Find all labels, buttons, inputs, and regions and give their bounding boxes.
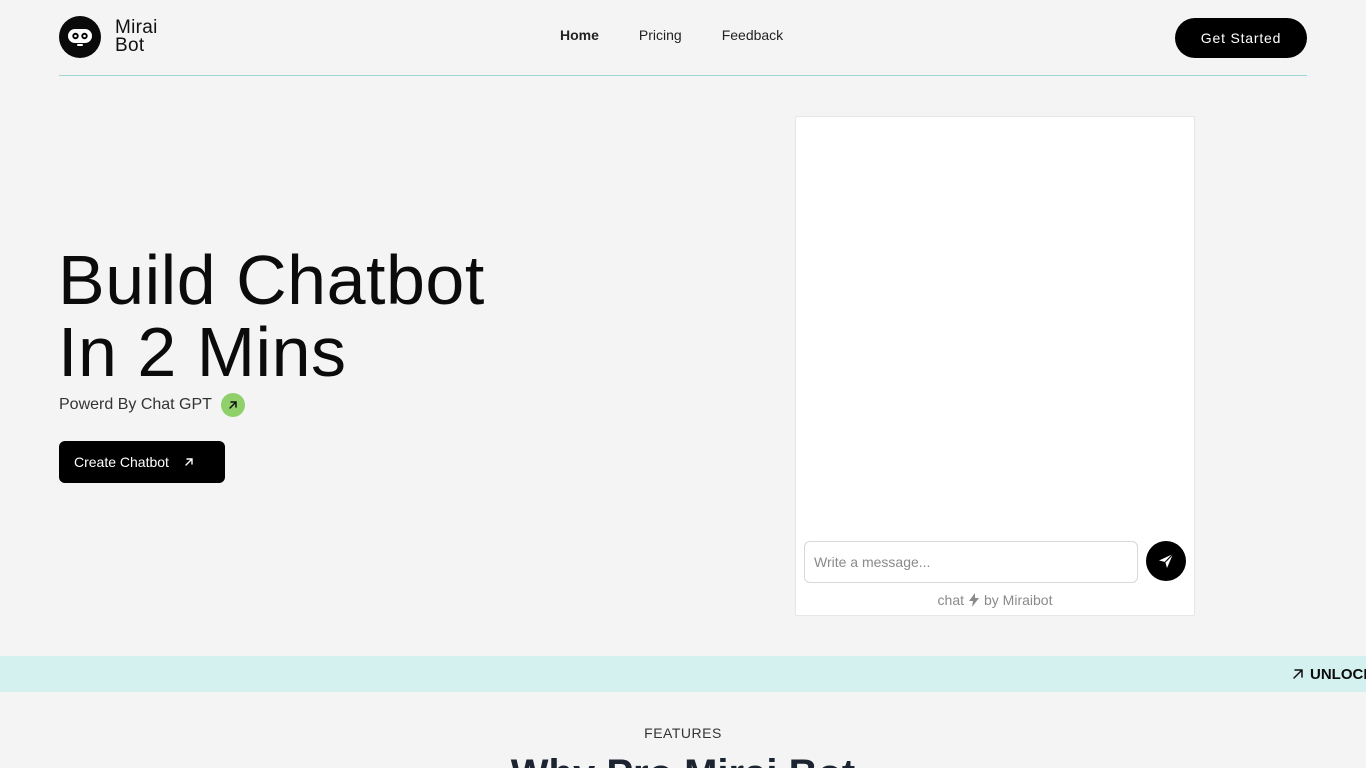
arrow-up-right-icon [183, 456, 195, 468]
arrow-up-right-icon[interactable] [220, 393, 245, 417]
send-icon [1157, 552, 1175, 570]
hero-title: Build Chatbot In 2 Mins [58, 244, 485, 388]
chat-footer: chat by Miraibot [796, 592, 1194, 608]
chat-footer-suffix: by Miraibot [984, 592, 1053, 608]
arrow-up-right-icon [1292, 668, 1304, 680]
landing-page: Mirai Bot Home Pricing Feedback Get Star… [0, 0, 1366, 768]
logo-text: Mirai Bot [115, 18, 158, 56]
robot-face-icon [59, 16, 101, 58]
site-header: Mirai Bot Home Pricing Feedback Get Star… [59, 0, 1307, 76]
lightning-icon [968, 593, 980, 607]
send-button[interactable] [1146, 541, 1186, 581]
ticker-band: UNLOCK [0, 656, 1366, 692]
features-label: FEATURES [644, 725, 722, 741]
get-started-button[interactable]: Get Started [1175, 18, 1307, 58]
nav-feedback[interactable]: Feedback [722, 27, 783, 43]
powered-by-text: Powerd By Chat GPT [59, 396, 212, 413]
create-chatbot-button[interactable]: Create Chatbot [59, 441, 225, 483]
hero-title-line-2: In 2 Mins [58, 313, 347, 391]
logo[interactable]: Mirai Bot [59, 16, 158, 58]
chat-widget: chat by Miraibot [795, 116, 1195, 616]
hero-title-line-1: Build Chatbot [58, 241, 485, 319]
nav-pricing[interactable]: Pricing [639, 27, 682, 43]
features-title: Why Pro Mirai Bot [0, 752, 1366, 768]
ticker-item: UNLOCK [1292, 656, 1366, 692]
ticker-text: UNLOCK [1310, 665, 1366, 683]
create-chatbot-label: Create Chatbot [74, 454, 169, 470]
powered-by: Powerd By Chat GPT [59, 393, 245, 417]
main-nav: Home Pricing Feedback [560, 27, 783, 43]
chat-footer-prefix: chat [937, 592, 964, 608]
message-input[interactable] [804, 541, 1138, 583]
logo-line-2: Bot [115, 35, 145, 56]
nav-home[interactable]: Home [560, 27, 599, 43]
